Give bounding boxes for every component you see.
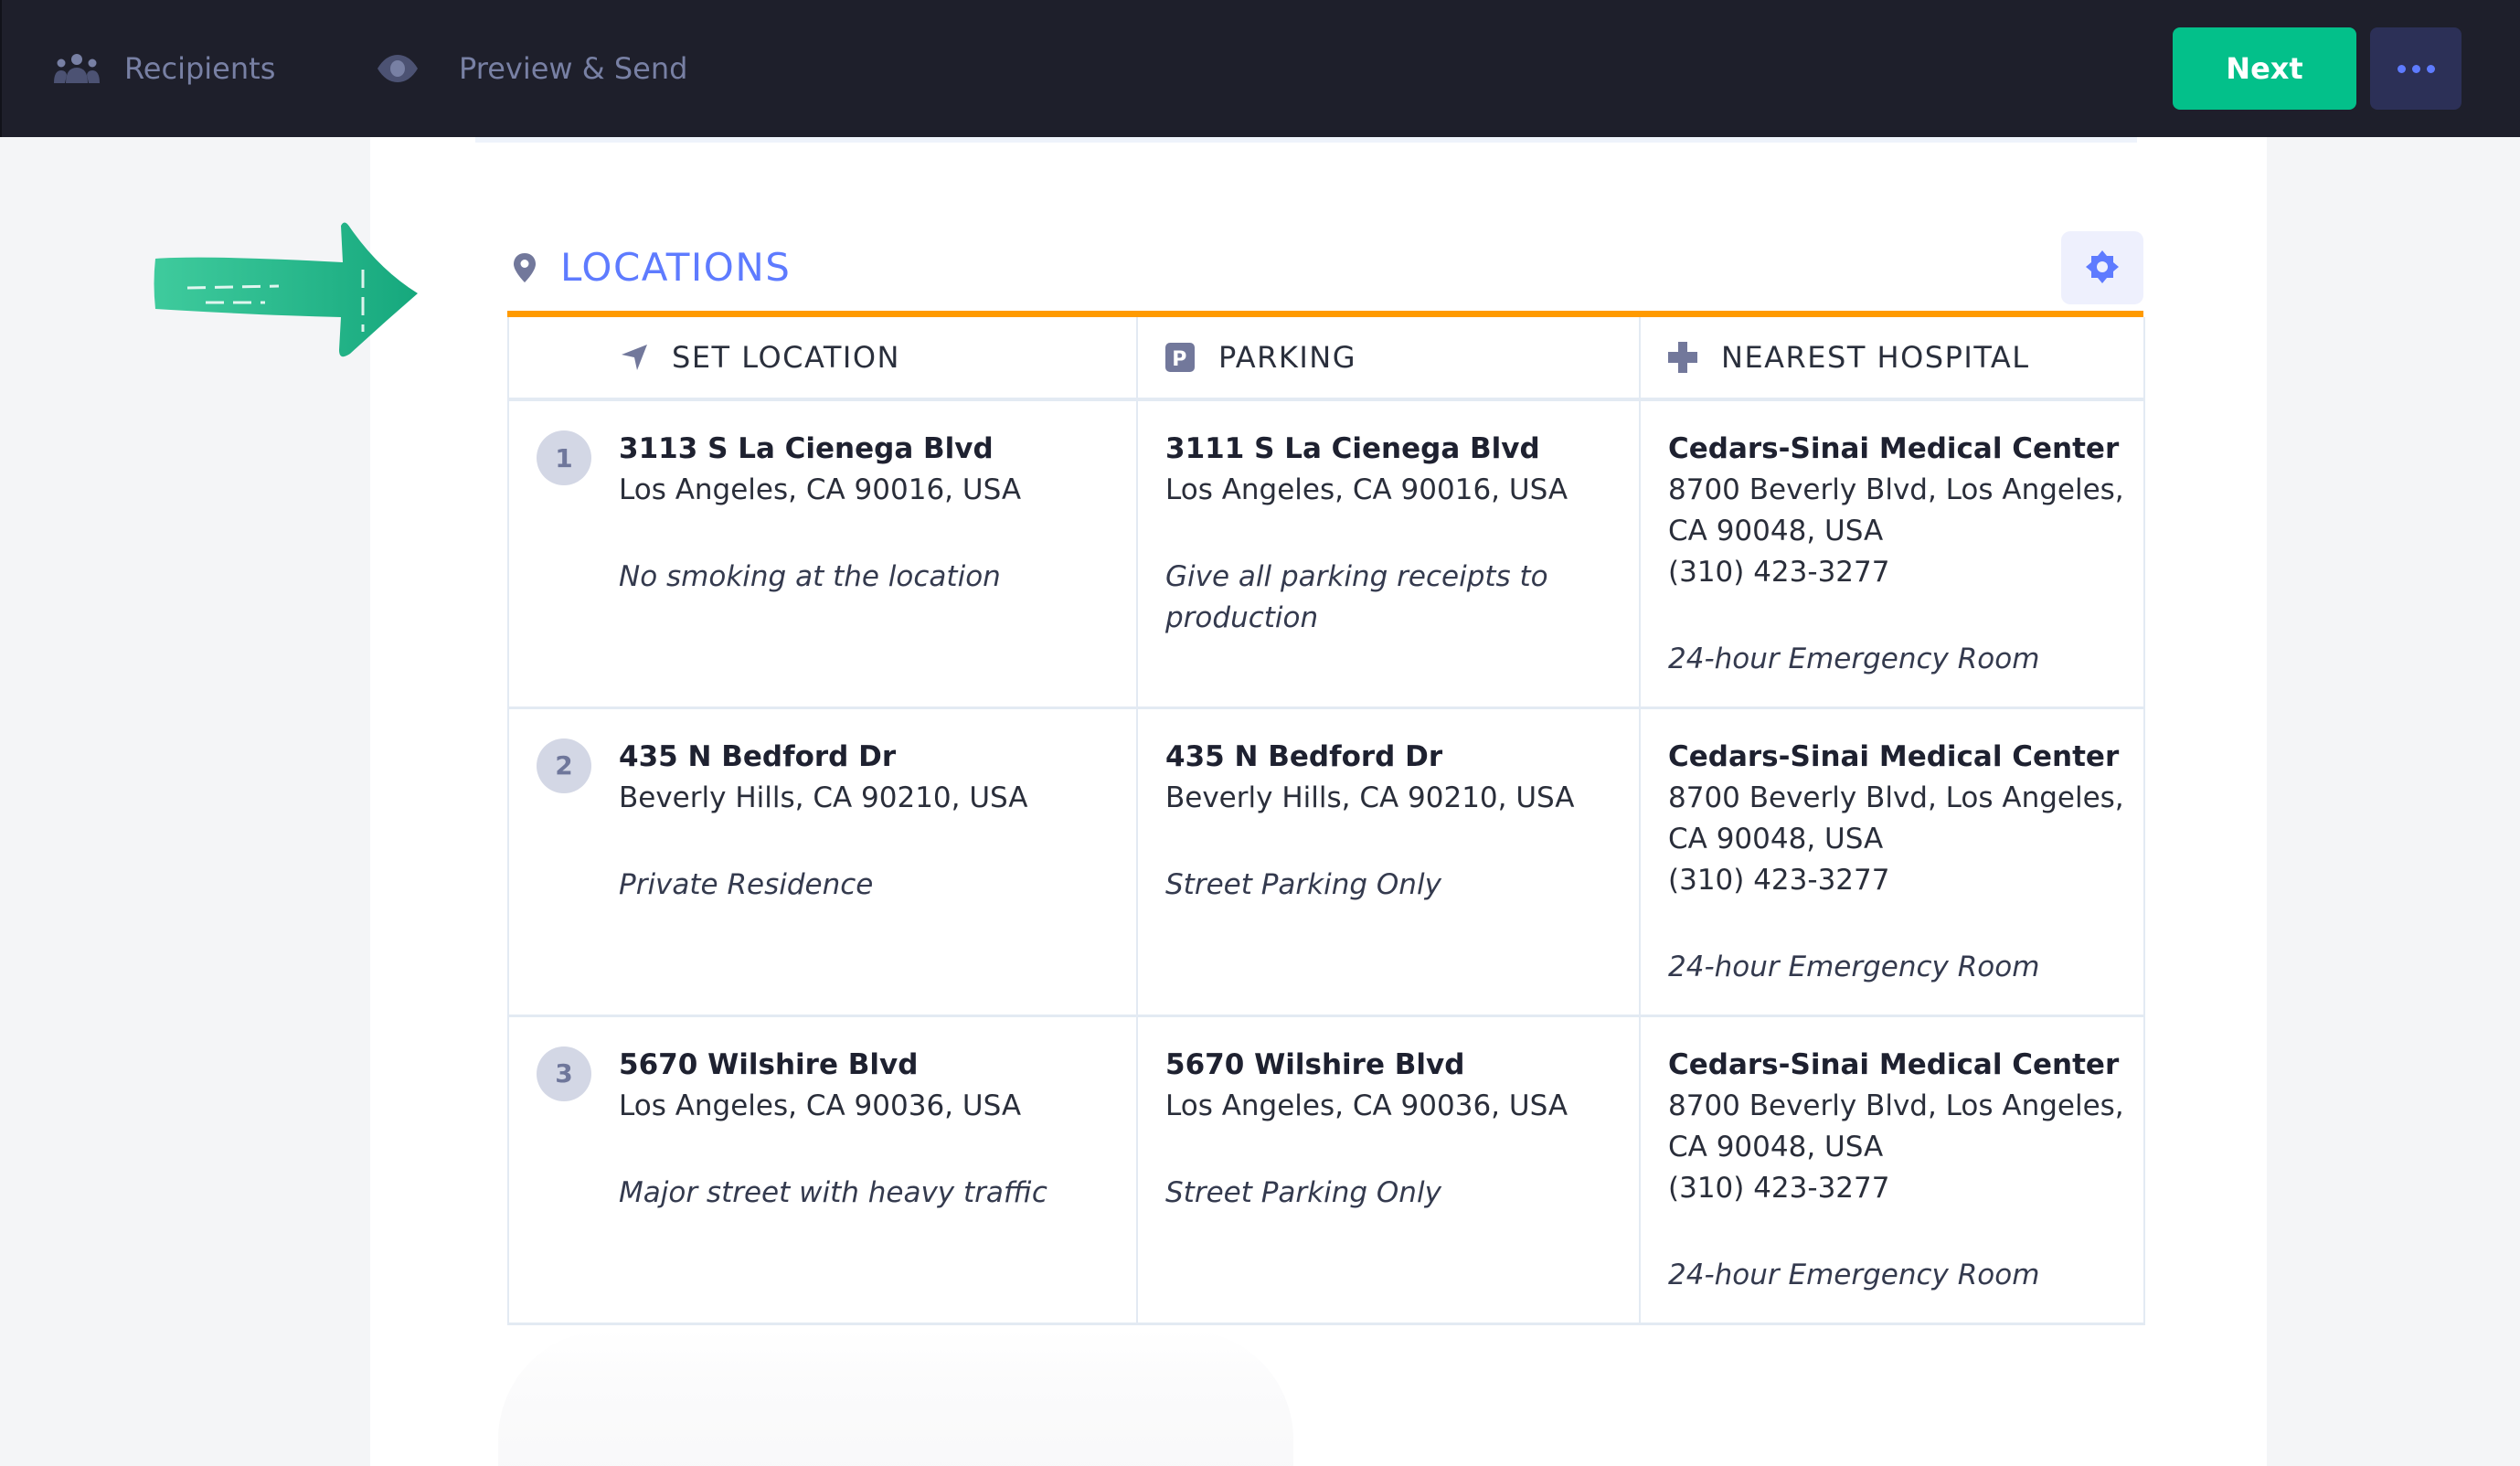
parking-note: Street Parking Only: [1165, 1175, 1441, 1209]
top-navigation-bar: Recipients Preview & Send Next: [0, 0, 2520, 137]
ellipsis-dot: [2411, 64, 2420, 73]
location-street: 435 N Bedford Dr: [619, 739, 897, 773]
more-options-button[interactable]: [2370, 27, 2462, 110]
column-header-label: SET LOCATION: [672, 340, 900, 375]
location-number-badge: 3: [537, 1046, 591, 1101]
hospital-note: 24-hour Emergency Room: [1668, 643, 2040, 675]
hospital-address: 8700 Beverly Blvd, Los Angeles, CA 90048…: [1668, 473, 2124, 547]
column-header-nearest-hospital: NEAREST HOSPITAL: [1639, 317, 2145, 401]
navigation-arrow-icon: [621, 344, 648, 371]
gear-icon: [2084, 249, 2121, 288]
location-city: Los Angeles, CA 90036, USA: [619, 1089, 1022, 1122]
parking-cell[interactable]: 3111 S La Cienega Blvd Los Angeles, CA 9…: [1136, 399, 1641, 709]
parking-icon: P: [1165, 343, 1195, 372]
hospital-note: 24-hour Emergency Room: [1668, 950, 2040, 983]
locations-section-header: LOCATIONS: [507, 228, 2143, 306]
location-number-badge: 1: [537, 430, 591, 485]
parking-street: 435 N Bedford Dr: [1165, 739, 1443, 773]
location-note: Private Residence: [619, 867, 874, 901]
location-settings-button[interactable]: [2061, 231, 2143, 304]
column-header-set-location: SET LOCATION: [507, 317, 1138, 401]
parking-note: Street Parking Only: [1165, 867, 1441, 901]
nav-tab-recipients[interactable]: Recipients: [53, 0, 275, 137]
hospital-name: Cedars-Sinai Medical Center: [1668, 432, 2120, 465]
location-note: No smoking at the location: [619, 560, 1001, 593]
faded-background-shape: [498, 1330, 1293, 1466]
table-row[interactable]: 1 3113 S La Cienega Blvd Los Angeles, CA…: [507, 399, 2145, 709]
column-header-parking: P PARKING: [1136, 317, 1641, 401]
table-row[interactable]: 3 5670 Wilshire Blvd Los Angeles, CA 900…: [507, 1015, 2145, 1325]
eye-icon: [377, 53, 419, 84]
column-header-label: NEAREST HOSPITAL: [1721, 340, 2030, 375]
set-location-cell[interactable]: 2 435 N Bedford Dr Beverly Hills, CA 902…: [507, 707, 1138, 1017]
map-pin-icon: [513, 252, 537, 283]
column-header-label: PARKING: [1218, 340, 1357, 375]
ellipsis-icon: [2397, 64, 2406, 73]
annotation-arrow-icon: [151, 215, 425, 366]
location-note: Major street with heavy traffic: [619, 1175, 1047, 1209]
ellipsis-dot: [2426, 64, 2435, 73]
parking-cell[interactable]: 5670 Wilshire Blvd Los Angeles, CA 90036…: [1136, 1015, 1641, 1325]
set-location-cell[interactable]: 1 3113 S La Cienega Blvd Los Angeles, CA…: [507, 399, 1138, 709]
parking-city: Los Angeles, CA 90016, USA: [1165, 473, 1568, 506]
hospital-phone: (310) 423-3277: [1668, 1171, 1890, 1205]
nav-tab-label: Recipients: [124, 51, 276, 86]
parking-city: Beverly Hills, CA 90210, USA: [1165, 781, 1575, 814]
users-icon: [53, 53, 101, 84]
hospital-cell[interactable]: Cedars-Sinai Medical Center 8700 Beverly…: [1639, 399, 2145, 709]
hospital-name: Cedars-Sinai Medical Center: [1668, 739, 2120, 773]
hospital-phone: (310) 423-3277: [1668, 556, 1890, 589]
table-header-row: SET LOCATION P PARKING NEAREST HOSPITAL: [507, 317, 2145, 401]
parking-city: Los Angeles, CA 90036, USA: [1165, 1089, 1568, 1122]
location-street: 5670 Wilshire Blvd: [619, 1047, 919, 1081]
section-divider: [507, 311, 2143, 317]
location-number-badge: 2: [537, 738, 591, 793]
hospital-address: 8700 Beverly Blvd, Los Angeles, CA 90048…: [1668, 1089, 2124, 1163]
hospital-cell[interactable]: Cedars-Sinai Medical Center 8700 Beverly…: [1639, 707, 2145, 1017]
nav-tab-label: Preview & Send: [459, 51, 688, 86]
set-location-cell[interactable]: 3 5670 Wilshire Blvd Los Angeles, CA 900…: [507, 1015, 1138, 1325]
location-street: 3113 S La Cienega Blvd: [619, 432, 994, 465]
parking-cell[interactable]: 435 N Bedford Dr Beverly Hills, CA 90210…: [1136, 707, 1641, 1017]
parking-street: 3111 S La Cienega Blvd: [1165, 432, 1540, 465]
svg-text:P: P: [1172, 348, 1188, 371]
locations-table: SET LOCATION P PARKING NEAREST HOSPITAL …: [507, 317, 2145, 1325]
parking-note: Give all parking receipts to production: [1165, 560, 1548, 634]
hospital-address: 8700 Beverly Blvd, Los Angeles, CA 90048…: [1668, 781, 2124, 855]
nav-tab-preview-send[interactable]: Preview & Send: [377, 0, 687, 137]
parking-street: 5670 Wilshire Blvd: [1165, 1047, 1465, 1081]
panel-top-shadow: [475, 137, 2137, 143]
medical-cross-icon: [1668, 342, 1697, 373]
location-city: Los Angeles, CA 90016, USA: [619, 473, 1022, 506]
hospital-cell[interactable]: Cedars-Sinai Medical Center 8700 Beverly…: [1639, 1015, 2145, 1325]
section-title: LOCATIONS: [560, 245, 792, 290]
table-row[interactable]: 2 435 N Bedford Dr Beverly Hills, CA 902…: [507, 707, 2145, 1017]
hospital-phone: (310) 423-3277: [1668, 863, 1890, 897]
hospital-name: Cedars-Sinai Medical Center: [1668, 1047, 2120, 1081]
next-button[interactable]: Next: [2173, 27, 2356, 110]
hospital-note: 24-hour Emergency Room: [1668, 1258, 2040, 1291]
location-city: Beverly Hills, CA 90210, USA: [619, 781, 1028, 814]
